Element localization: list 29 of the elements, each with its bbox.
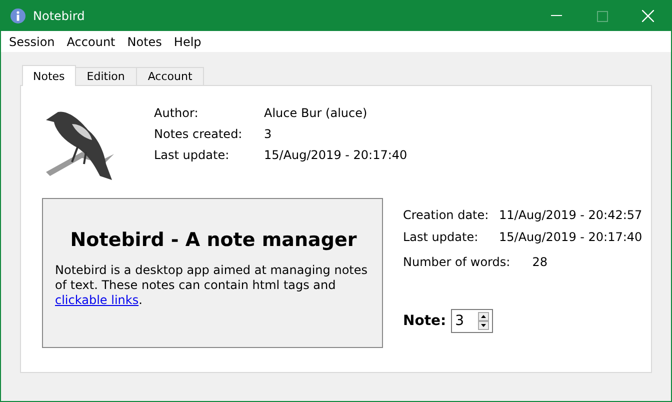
field-value: 15/Aug/2019 - 20:17:40 <box>499 230 642 244</box>
field-label: Last update: <box>403 230 480 244</box>
field-label: Number of words: <box>403 255 510 269</box>
field-label: Notes created: <box>154 127 244 141</box>
menu-item[interactable]: Help <box>174 34 202 48</box>
field-label: Creation date: <box>403 208 490 222</box>
menu-item[interactable]: Account <box>66 34 116 48</box>
tab[interactable]: Account <box>136 67 204 85</box>
down-arrow-icon[interactable] <box>478 321 490 330</box>
field-value: 11/Aug/2019 - 20:42:57 <box>499 208 642 222</box>
menu-item[interactable]: Notes <box>127 34 162 48</box>
note-heading: Notebird - A note manager <box>69 229 358 251</box>
menu-item[interactable]: Session <box>9 34 55 48</box>
up-arrow-icon[interactable] <box>478 312 490 321</box>
field-label: Author: <box>154 106 200 120</box>
note-text: Notebird is a desktop app aimed at managing notes of text. These notes can contain html tags and clickable links. <box>55 263 369 308</box>
window-title: Notebird <box>33 9 85 23</box>
tab[interactable]: Notes <box>22 65 76 86</box>
close-icon[interactable] <box>642 10 654 22</box>
field-value: 28 <box>532 255 548 269</box>
field-value: Aluce Bur (aluce) <box>264 106 368 120</box>
field-label: Last update: <box>154 148 230 162</box>
note-label: Note: <box>403 313 446 329</box>
note-spinner[interactable]: 3 <box>451 309 494 333</box>
field-value: 3 <box>264 127 273 141</box>
info-icon <box>10 8 26 24</box>
field-value: 15/Aug/2019 - 20:17:40 <box>264 148 408 162</box>
minimize-icon[interactable] <box>551 15 563 17</box>
link[interactable]: clickable links <box>55 293 139 307</box>
